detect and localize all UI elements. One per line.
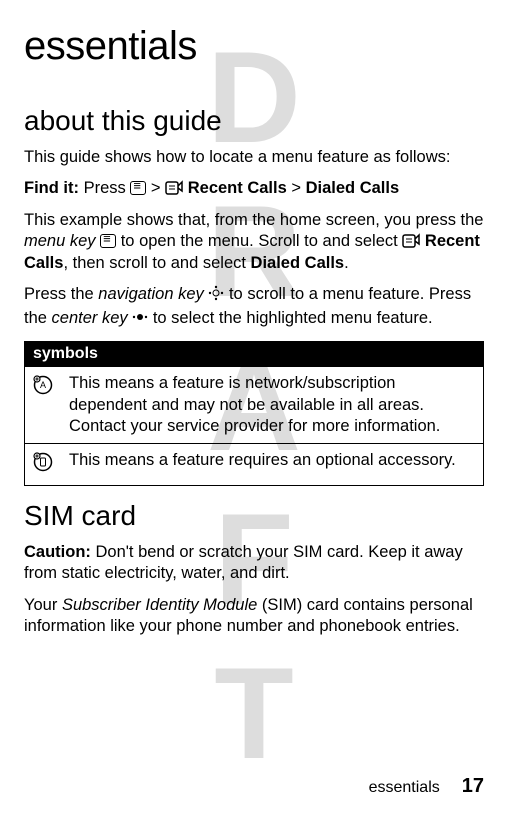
center-key-icon (132, 309, 148, 331)
p2a: This example shows that, from the home s… (24, 211, 483, 229)
sim-module-term: Subscriber Identity Module (62, 596, 257, 614)
recent-calls-icon (165, 179, 183, 195)
center-key-term: center key (52, 309, 128, 327)
p2g: . (344, 254, 349, 272)
recent-calls-icon (402, 232, 420, 248)
page-title: essentials (24, 24, 484, 69)
example-paragraph: This example shows that, from the home s… (24, 210, 484, 274)
sim-p2a: Your (24, 596, 62, 614)
symbol-description-2: This means a feature requires an optiona… (61, 444, 484, 485)
symbol-description-1: This means a feature is network/subscrip… (61, 367, 484, 444)
sim-info-paragraph: Your Subscriber Identity Module (SIM) ca… (24, 595, 484, 638)
sim-caution-paragraph: Caution: Don't bend or scratch your SIM … (24, 542, 484, 585)
find-it-line: Find it: Press > Recent Calls > Dialed C… (24, 178, 484, 199)
table-row: This means a feature requires an optiona… (25, 444, 484, 485)
p2e: , then scroll to and select (63, 254, 250, 272)
symbols-table: symbols A This means a feature is networ… (24, 341, 484, 486)
dialed-calls-bold: Dialed Calls (251, 254, 345, 272)
find-it-press: Press (79, 179, 130, 197)
caution-label: Caution: (24, 543, 91, 561)
page-number: 17 (462, 775, 484, 797)
intro-paragraph: This guide shows how to locate a menu fe… (24, 147, 484, 168)
p3a: Press the (24, 285, 98, 303)
accessory-required-icon (33, 458, 53, 476)
network-dependent-icon: A (33, 381, 53, 399)
recent-calls-text: Recent Calls (183, 179, 287, 197)
p2c: to open the menu. Scroll to and select (116, 232, 402, 250)
gt1: > (146, 179, 165, 197)
p3e: to select the highlighted menu feature. (148, 309, 432, 327)
menu-key-icon (130, 181, 146, 195)
section-about-heading: about this guide (24, 105, 484, 137)
menu-key-term: menu key (24, 232, 96, 250)
footer-section-label: essentials (369, 779, 440, 796)
symbols-header: symbols (25, 342, 484, 367)
dialed-calls-text: Dialed Calls (306, 179, 400, 197)
page-content: essentials about this guide This guide s… (24, 24, 484, 638)
find-it-label: Find it: (24, 179, 79, 197)
page-footer: essentials 17 (369, 775, 484, 798)
gt2: > (287, 179, 306, 197)
section-sim-heading: SIM card (24, 500, 484, 532)
nav-key-term: navigation key (98, 285, 204, 303)
navigation-paragraph: Press the navigation key to scroll to a … (24, 284, 484, 331)
table-row: A This means a feature is network/subscr… (25, 367, 484, 444)
svg-text:A: A (40, 380, 46, 390)
menu-key-icon (100, 234, 116, 248)
navigation-key-icon (208, 285, 224, 307)
